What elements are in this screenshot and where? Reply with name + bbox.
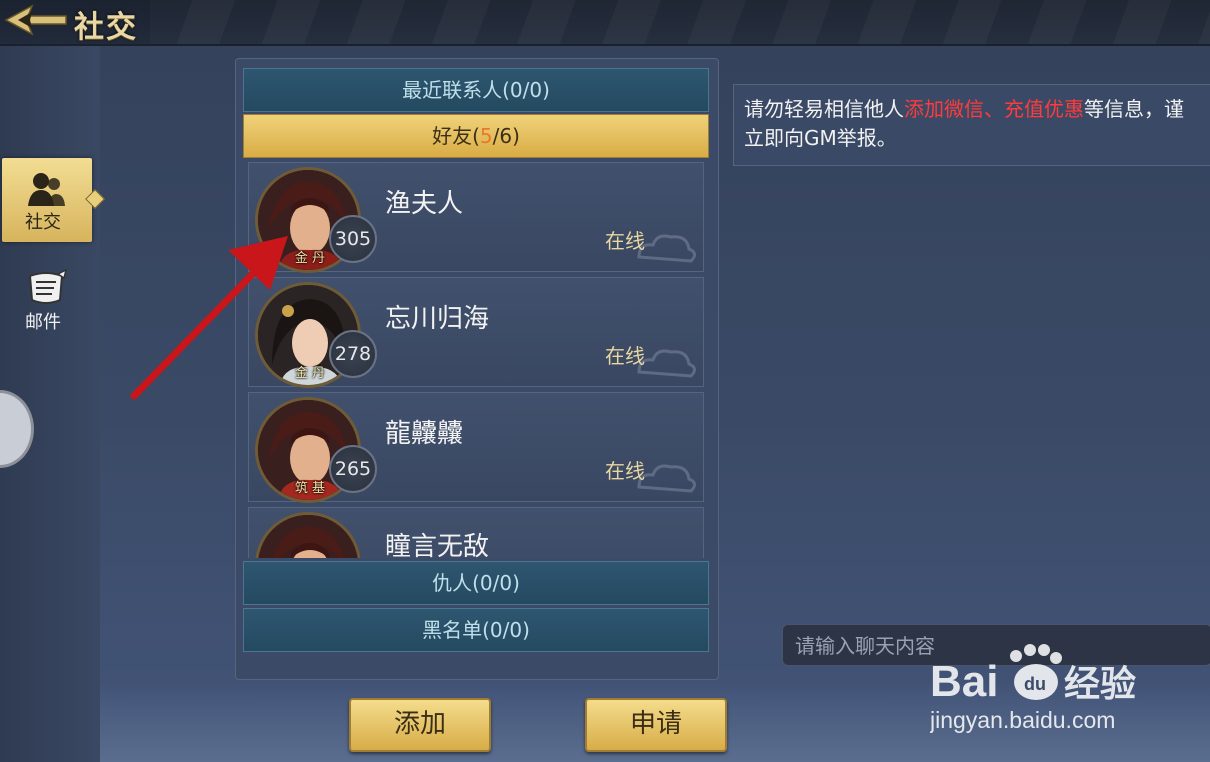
side-toggle-button[interactable]	[0, 390, 34, 468]
page-title: 社交	[74, 10, 138, 45]
friend-name: 瞳言无敌	[385, 532, 490, 558]
friend-list[interactable]: 305 金 丹 渔夫人 在线 278 金 丹 忘川归海 在线 265 筑 基 龍…	[248, 158, 704, 558]
friend-row[interactable]: 305 金 丹 渔夫人 在线	[248, 162, 704, 273]
cloud-decoration-icon	[637, 234, 696, 263]
friends-header[interactable]: 好友(5/6)	[243, 114, 709, 158]
enemies-header[interactable]: 仇人(0/0)	[243, 561, 709, 605]
nav-label-social: 社交	[25, 212, 61, 233]
level-badge: 265	[329, 445, 377, 493]
safety-notice: 请勿轻易相信他人添加微信、充值优惠等信息，谨 立即向GM举报。	[733, 84, 1210, 166]
rank-label: 筑 基	[294, 481, 326, 496]
notice-text-1: 请勿轻易相信他人	[744, 97, 904, 121]
notice-text-2: 等信息，谨	[1084, 97, 1184, 121]
male-portrait-icon	[258, 515, 358, 558]
nav-item-mail[interactable]: 邮件	[2, 260, 92, 344]
friend-row[interactable]: 278 金 丹 忘川归海 在线	[248, 277, 704, 388]
friend-name: 渔夫人	[385, 189, 464, 219]
level-badge: 305	[329, 215, 377, 263]
friend-row[interactable]: 265 筑 基 龍齉齉 在线	[248, 392, 704, 503]
rank-label: 金 丹	[294, 251, 326, 266]
recent-contacts-header[interactable]: 最近联系人(0/0)	[243, 68, 709, 112]
friends-header-prefix: 好友(	[432, 124, 480, 148]
friend-row[interactable]: 瞳言无敌	[248, 507, 704, 558]
notice-warning-text: 添加微信、充值优惠	[904, 97, 1084, 121]
blacklist-header[interactable]: 黑名单(0/0)	[243, 608, 709, 652]
friends-header-suffix: /6)	[492, 124, 520, 148]
friend-name: 忘川归海	[385, 304, 490, 334]
rank-label: 金 丹	[294, 366, 326, 381]
apply-button[interactable]: 申请	[585, 698, 727, 752]
avatar	[255, 512, 361, 558]
side-nav: 社交 邮件	[0, 46, 100, 762]
friend-name: 龍齉齉	[385, 419, 464, 449]
nav-label-mail: 邮件	[25, 312, 61, 333]
cloud-decoration-icon	[637, 464, 696, 493]
add-button[interactable]: 添加	[349, 698, 491, 752]
nav-item-social[interactable]: 社交	[2, 158, 92, 242]
back-icon[interactable]	[2, 2, 68, 38]
social-icon	[28, 173, 65, 206]
cloud-decoration-icon	[637, 349, 696, 378]
friends-online-count: 5	[479, 124, 493, 148]
level-badge: 278	[329, 330, 377, 378]
top-bar-decoration	[150, 0, 1210, 44]
top-bar: 社交	[0, 0, 1210, 46]
notice-text-3: 立即向GM举报。	[744, 126, 897, 150]
chat-input[interactable]: 请输入聊天内容	[782, 624, 1210, 666]
mail-icon	[28, 268, 68, 304]
